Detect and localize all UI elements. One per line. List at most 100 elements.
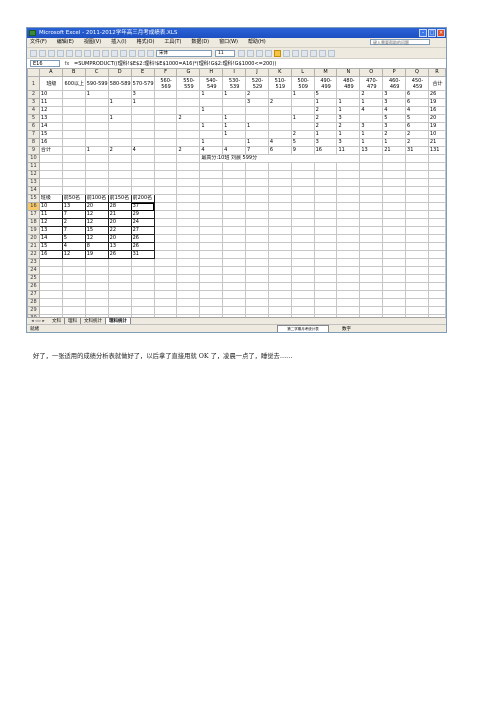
data-cell[interactable]	[130, 122, 155, 131]
row-header[interactable]: 3	[27, 98, 40, 107]
data-cell[interactable]	[290, 170, 315, 179]
data-cell[interactable]	[359, 162, 384, 171]
data-cell[interactable]	[153, 290, 178, 299]
data-cell[interactable]	[382, 306, 407, 315]
data-cell[interactable]	[245, 186, 269, 195]
data-cell[interactable]	[38, 170, 63, 179]
data-cell[interactable]: 1	[107, 98, 132, 107]
header-cell[interactable]: 合计	[427, 76, 446, 91]
help-search-input[interactable]: 键入需要帮助的问题	[370, 39, 430, 45]
data-cell[interactable]	[199, 274, 224, 283]
data-cell[interactable]	[313, 274, 338, 283]
data-cell[interactable]	[61, 154, 86, 163]
data-cell[interactable]	[336, 290, 361, 299]
row-header[interactable]: 12	[27, 170, 40, 179]
data-cell[interactable]: 5	[290, 138, 315, 147]
data-cell[interactable]: 7	[245, 146, 269, 155]
data-cell[interactable]	[61, 282, 86, 291]
data-cell[interactable]	[176, 306, 201, 315]
data-cell[interactable]	[153, 130, 178, 139]
data-cell[interactable]	[336, 274, 361, 283]
header-cell[interactable]: 520-529	[245, 76, 269, 91]
summary-cell[interactable]: 31	[130, 250, 155, 259]
data-cell[interactable]	[245, 210, 269, 219]
summary-cell[interactable]: 27	[130, 226, 155, 235]
header-cell[interactable]: 480-489	[336, 76, 361, 91]
data-cell[interactable]: 3	[382, 122, 407, 131]
data-cell[interactable]	[61, 146, 86, 155]
data-cell[interactable]: 1	[336, 98, 361, 107]
column-header[interactable]: N	[336, 68, 361, 77]
data-cell[interactable]	[130, 290, 155, 299]
data-cell[interactable]	[313, 258, 338, 267]
data-cell[interactable]	[199, 282, 224, 291]
row-header[interactable]: 17	[27, 210, 40, 219]
border-icon[interactable]	[310, 49, 317, 57]
summary-header-cell[interactable]: 前50名	[61, 194, 86, 203]
data-cell[interactable]	[107, 162, 132, 171]
data-cell[interactable]: 3	[245, 98, 269, 107]
data-cell[interactable]	[336, 242, 361, 251]
data-cell[interactable]	[176, 226, 201, 235]
data-cell[interactable]: 20	[427, 114, 446, 123]
summary-cell[interactable]: 13	[61, 202, 86, 211]
data-cell[interactable]: 19	[427, 98, 446, 107]
data-cell[interactable]	[84, 170, 109, 179]
data-cell[interactable]	[222, 106, 247, 115]
data-cell[interactable]	[61, 114, 86, 123]
row-header[interactable]: 21	[27, 242, 40, 251]
row-header[interactable]: 1	[27, 76, 40, 91]
column-header[interactable]: H	[199, 68, 224, 77]
data-cell[interactable]	[176, 186, 201, 195]
bold-icon[interactable]	[238, 49, 245, 57]
data-cell[interactable]	[107, 298, 132, 307]
data-cell[interactable]	[176, 210, 201, 219]
data-cell[interactable]	[130, 130, 155, 139]
data-cell[interactable]	[176, 258, 201, 267]
data-cell[interactable]	[290, 122, 315, 131]
data-cell[interactable]: 2	[290, 130, 315, 139]
data-cell[interactable]	[313, 186, 338, 195]
data-cell[interactable]: 1	[199, 106, 224, 115]
data-cell[interactable]: 12	[38, 106, 63, 115]
data-cell[interactable]	[382, 218, 407, 227]
data-cell[interactable]: 5	[382, 114, 407, 123]
data-cell[interactable]	[427, 250, 446, 259]
data-cell[interactable]	[176, 130, 201, 139]
data-cell[interactable]	[38, 258, 63, 267]
summary-cell[interactable]: 19	[84, 250, 109, 259]
data-cell[interactable]	[267, 90, 292, 99]
data-cell[interactable]	[359, 266, 384, 275]
data-cell[interactable]: 1	[382, 138, 407, 147]
summary-cell[interactable]: 21	[107, 210, 132, 219]
data-cell[interactable]: 1	[84, 146, 109, 155]
data-cell[interactable]	[153, 90, 178, 99]
data-cell[interactable]	[176, 98, 201, 107]
summary-cell[interactable]: 13	[107, 242, 132, 251]
data-cell[interactable]: 3	[359, 122, 384, 131]
data-cell[interactable]	[61, 298, 86, 307]
data-cell[interactable]	[427, 258, 446, 267]
data-cell[interactable]	[153, 274, 178, 283]
data-cell[interactable]	[427, 210, 446, 219]
data-cell[interactable]	[405, 154, 429, 163]
column-header[interactable]: I	[222, 68, 247, 77]
summary-cell[interactable]: 8	[84, 242, 109, 251]
data-cell[interactable]	[84, 186, 109, 195]
data-cell[interactable]	[38, 266, 63, 275]
redo-icon[interactable]	[120, 49, 127, 57]
summary-cell[interactable]: 7	[61, 226, 86, 235]
data-cell[interactable]	[336, 162, 361, 171]
data-cell[interactable]	[359, 114, 384, 123]
data-cell[interactable]	[176, 202, 201, 211]
data-cell[interactable]	[313, 306, 338, 315]
data-cell[interactable]: 1	[199, 138, 224, 147]
preview-icon[interactable]	[66, 49, 73, 57]
summary-cell[interactable]: 12	[61, 250, 86, 259]
data-cell[interactable]	[176, 194, 201, 203]
data-cell[interactable]	[290, 290, 315, 299]
data-cell[interactable]	[245, 114, 269, 123]
data-cell[interactable]	[405, 274, 429, 283]
data-cell[interactable]: 10	[38, 90, 63, 99]
data-cell[interactable]	[336, 226, 361, 235]
